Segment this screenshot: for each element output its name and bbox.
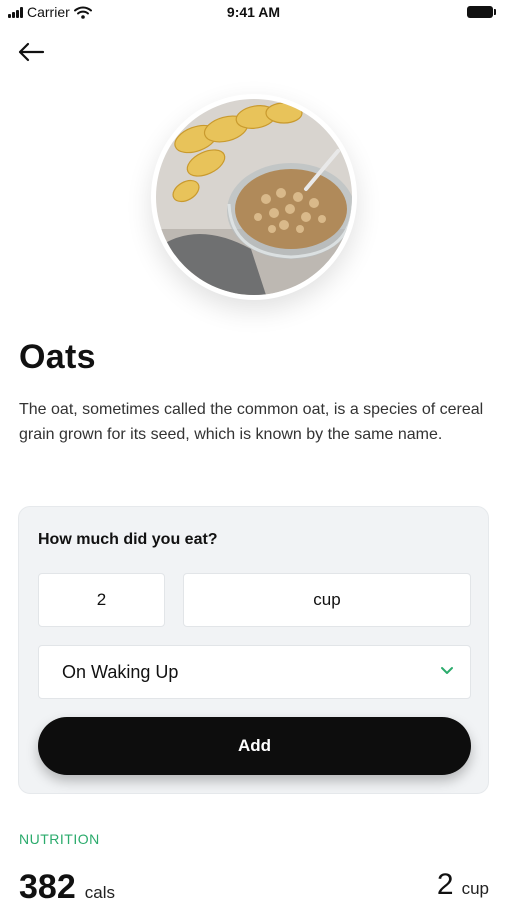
back-button[interactable] xyxy=(14,36,48,68)
quantity-input[interactable]: 2 xyxy=(38,573,165,627)
calories-unit: cals xyxy=(84,883,115,900)
calories-row: 382 cals xyxy=(19,868,115,900)
chevron-down-icon xyxy=(441,667,453,674)
arrow-left-icon xyxy=(18,42,45,62)
food-title: Oats xyxy=(19,338,96,376)
oats-bowl-image xyxy=(156,99,352,295)
nutrition-section-label: NUTRITION xyxy=(19,831,100,847)
food-description: The oat, sometimes called the common oat… xyxy=(19,401,484,443)
meal-time-value: On Waking Up xyxy=(62,662,179,682)
intake-card: How much did you eat? 2 cup On Waking Up… xyxy=(18,506,489,794)
meal-time-select[interactable]: On Waking Up xyxy=(38,645,471,699)
serving-row: 2 cup xyxy=(437,868,489,900)
calories-value: 382 xyxy=(19,868,76,900)
serving-unit: cup xyxy=(461,879,489,898)
food-image-frame xyxy=(151,94,357,300)
battery-icon xyxy=(467,6,496,18)
intake-question: How much did you eat? xyxy=(38,531,218,548)
status-time: 9:41 AM xyxy=(226,4,281,20)
unit-select[interactable]: cup xyxy=(183,573,471,627)
status-bar: Carrier 9:41 AM xyxy=(0,0,507,26)
serving-value: 2 xyxy=(436,868,454,900)
add-button[interactable]: Add xyxy=(38,717,471,775)
